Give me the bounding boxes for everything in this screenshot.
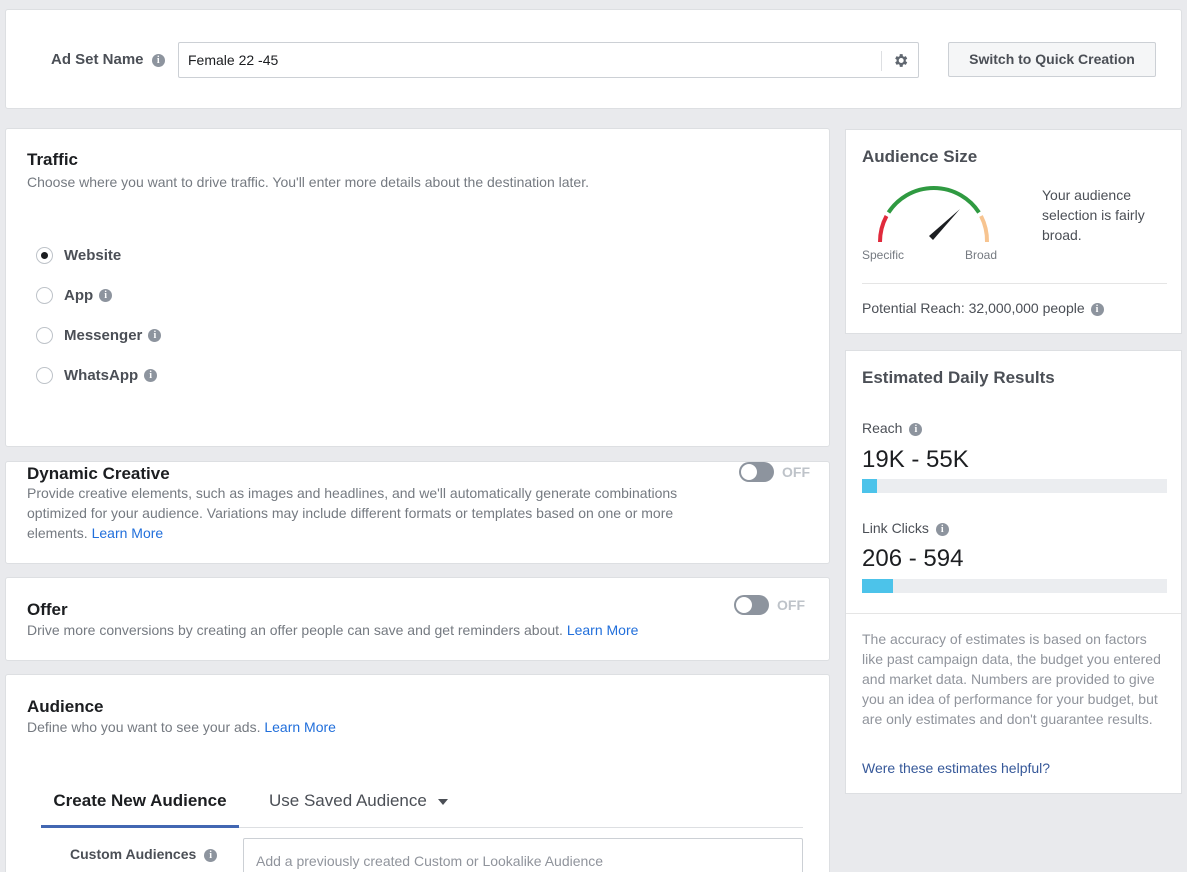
reach-label-group: Reach i: [862, 420, 923, 436]
dynamic-creative-title: Dynamic Creative: [27, 464, 170, 483]
toggle-knob: [740, 463, 758, 481]
option-label: Website: [64, 247, 122, 264]
desc-text: Define who you want to see your ads.: [27, 719, 261, 735]
divider: [846, 613, 1181, 614]
traffic-title: Traffic: [27, 150, 79, 169]
offer-desc: Drive more conversions by creating an of…: [27, 620, 638, 640]
toggle-state: OFF: [777, 597, 805, 613]
option-label: WhatsApp: [64, 367, 139, 384]
audience-card: Audience Define who you want to see your…: [5, 674, 830, 872]
radio-whatsapp[interactable]: [36, 367, 53, 384]
potential-reach: Potential Reach: 32,000,000 people i: [862, 300, 1104, 316]
tab-label: Create New Audience: [53, 791, 227, 810]
audience-title: Audience: [27, 697, 104, 716]
info-icon[interactable]: i: [935, 522, 949, 536]
estimates-note: The accuracy of estimates is based on fa…: [862, 631, 1161, 727]
dynamic-creative-card: Dynamic Creative Provide creative elemen…: [5, 461, 830, 564]
traffic-option-whatsapp[interactable]: WhatsApp i: [36, 367, 158, 384]
info-icon[interactable]: i: [909, 422, 923, 436]
tab-create-new-audience[interactable]: Create New Audience: [41, 780, 239, 828]
dynamic-creative-desc: Provide creative elements, such as image…: [27, 483, 717, 543]
tab-label: Use Saved Audience: [269, 791, 427, 810]
tab-use-saved-audience[interactable]: Use Saved Audience: [269, 780, 448, 826]
adset-card: Ad Set Name i Female 22 -45 Switch to Qu…: [5, 9, 1182, 109]
info-icon[interactable]: i: [151, 53, 165, 67]
estimates-helpful-link[interactable]: Were these estimates helpful?: [862, 760, 1050, 776]
traffic-option-website[interactable]: Website: [36, 247, 121, 264]
radio-app[interactable]: [36, 287, 53, 304]
option-label: Messenger: [64, 327, 143, 344]
audience-tabs: Create New Audience Use Saved Audience: [41, 780, 803, 828]
info-icon[interactable]: i: [99, 289, 113, 302]
gauge-broad-label: Broad: [965, 248, 998, 262]
audience-size-desc: Your audience selection is fairly broad.: [1042, 187, 1145, 243]
gear-icon[interactable]: [892, 52, 909, 69]
divider: [862, 283, 1167, 284]
audience-desc: Define who you want to see your ads. Lea…: [27, 717, 336, 737]
radio-messenger[interactable]: [36, 327, 53, 344]
traffic-subtitle: Choose where you want to drive traffic. …: [27, 174, 589, 190]
estimated-results-title: Estimated Daily Results: [862, 368, 1055, 387]
clicks-label: Link Clicks: [862, 520, 929, 536]
offer-card: Offer Drive more conversions by creating…: [5, 577, 830, 661]
adset-name-input[interactable]: Female 22 -45: [178, 42, 919, 78]
info-icon[interactable]: i: [204, 848, 218, 862]
switch-quick-creation-button[interactable]: Switch to Quick Creation: [948, 42, 1156, 77]
reach-label: Reach: [862, 420, 903, 436]
estimated-results-card: Estimated Daily Results Reach i 19K - 55…: [845, 350, 1182, 794]
clicks-label-group: Link Clicks i: [862, 520, 949, 536]
learn-more-link[interactable]: Learn More: [264, 719, 336, 735]
audience-size-title: Audience Size: [862, 147, 978, 166]
adset-label-group: Ad Set Name i: [51, 51, 165, 68]
learn-more-link[interactable]: Learn More: [92, 525, 164, 541]
input-divider: [881, 51, 882, 71]
custom-audiences-placeholder: Add a previously created Custom or Looka…: [256, 853, 604, 869]
offer-toggle[interactable]: OFF: [734, 595, 805, 615]
learn-more-link[interactable]: Learn More: [567, 622, 639, 638]
toggle-track[interactable]: [734, 595, 769, 615]
toggle-state: OFF: [782, 464, 810, 480]
traffic-option-app[interactable]: App i: [36, 287, 113, 304]
audience-size-card: Audience Size Specific Broad Your audien…: [845, 129, 1182, 334]
gauge-specific-label: Specific: [862, 248, 905, 262]
reach-bar-fill: [862, 479, 878, 493]
reach-bar: [862, 479, 1167, 493]
traffic-option-messenger[interactable]: Messenger i: [36, 327, 162, 344]
adset-name-value: Female 22 -45: [188, 52, 279, 68]
traffic-card: Traffic Choose where you want to drive t…: [5, 128, 830, 447]
adset-name-label: Ad Set Name: [51, 51, 144, 68]
potential-reach-value: 32,000,000 people: [968, 300, 1085, 316]
custom-audiences-label: Custom Audiences: [70, 846, 197, 862]
option-label: App: [64, 287, 94, 304]
potential-reach-label: Potential Reach:: [862, 300, 965, 316]
toggle-track[interactable]: [739, 462, 774, 482]
reach-value: 19K - 55K: [862, 446, 969, 473]
dynamic-creative-toggle[interactable]: OFF: [739, 462, 810, 482]
info-icon[interactable]: i: [148, 329, 162, 342]
offer-title: Offer: [27, 600, 68, 619]
custom-audiences-label-group: Custom Audiences i: [70, 846, 218, 862]
info-icon[interactable]: i: [144, 369, 158, 382]
audience-gauge: [876, 185, 991, 245]
clicks-bar-fill: [862, 579, 893, 593]
custom-audiences-input[interactable]: Add a previously created Custom or Looka…: [243, 838, 803, 872]
clicks-value: 206 - 594: [862, 545, 964, 572]
info-icon[interactable]: i: [1090, 302, 1104, 316]
toggle-knob: [735, 596, 753, 614]
caret-down-icon: [437, 798, 448, 805]
desc-text: Drive more conversions by creating an of…: [27, 622, 563, 638]
radio-website[interactable]: [36, 247, 53, 264]
clicks-bar: [862, 579, 1167, 593]
